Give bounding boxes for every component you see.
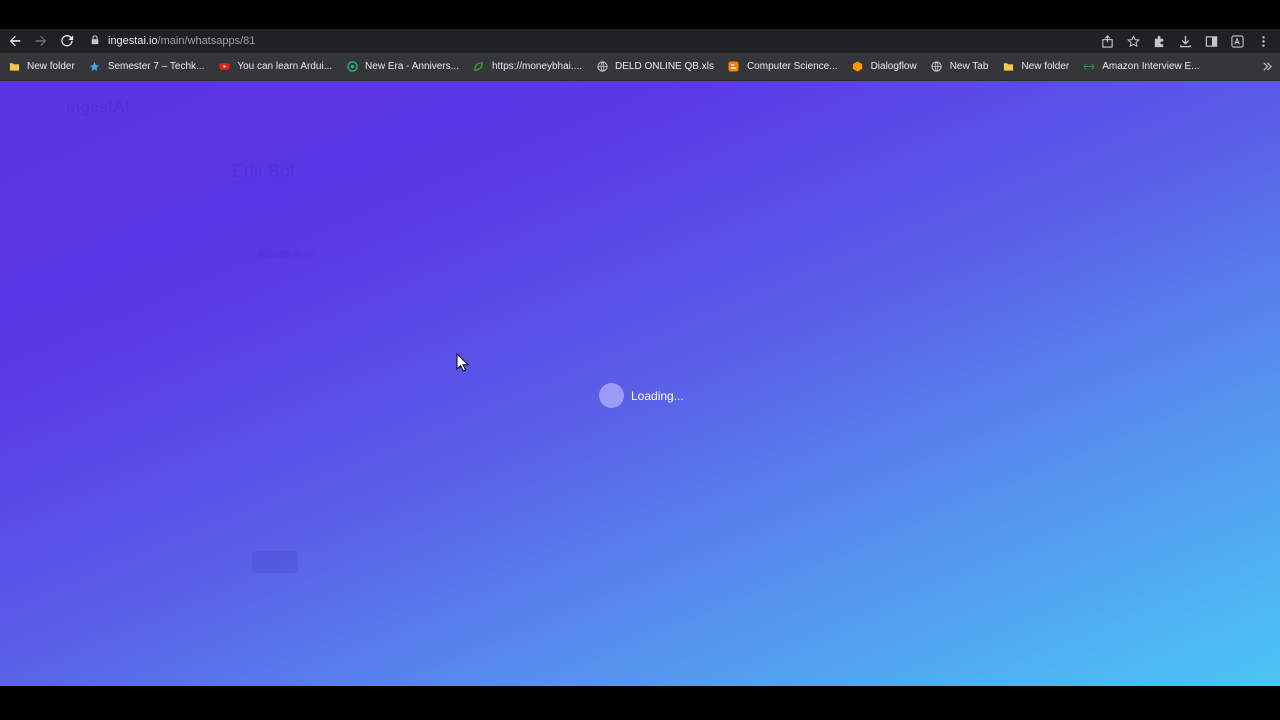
bookmark-label: DELD ONLINE QB.xls — [615, 61, 714, 72]
bookmark-item[interactable]: New folder — [0, 53, 81, 80]
kebab-menu-icon — [1261, 35, 1265, 47]
arrow-left-icon — [9, 35, 21, 47]
globe-icon — [931, 61, 943, 73]
bookmark-item[interactable]: You can learn Ardui... — [210, 53, 338, 80]
gfg-icon — [1083, 61, 1095, 73]
menu-button[interactable] — [1250, 29, 1276, 53]
spinner-icon — [599, 383, 624, 408]
url-host: ingestai.io — [108, 35, 158, 47]
bookmark-star-button[interactable] — [1120, 29, 1146, 53]
bookmark-item[interactable]: New Tab — [923, 53, 995, 80]
blogger-icon — [728, 61, 740, 73]
loading-indicator: Loading... — [599, 383, 684, 408]
puzzle-icon — [1154, 35, 1163, 47]
profile-button[interactable] — [1224, 29, 1250, 53]
letterbox-top — [0, 0, 1280, 29]
address-bar[interactable]: ingestai.io/main/whatsapps/81 — [84, 29, 1094, 53]
side-panel-icon — [1205, 35, 1217, 47]
bookmark-label: Amazon Interview E... — [1102, 61, 1200, 72]
faded-save-button — [252, 551, 298, 573]
dialogflow-icon — [852, 61, 864, 73]
browser-toolbar: ingestai.io/main/whatsapps/81 — [0, 29, 1280, 53]
chatgpt-icon — [346, 61, 358, 73]
globe-icon — [596, 61, 608, 73]
bookmark-label: New Tab — [949, 61, 989, 72]
letterbox-bottom — [0, 686, 1280, 720]
reload-button[interactable] — [54, 29, 80, 53]
bookmark-item[interactable]: Amazon Interview E... — [1075, 53, 1205, 80]
leaf-icon — [473, 61, 485, 73]
lock-icon — [90, 35, 102, 47]
chevron-double-right-icon — [1263, 62, 1272, 71]
faded-logo: ingestAI — [66, 99, 130, 116]
screen-frame: ingestai.io/main/whatsapps/81 New folder… — [0, 0, 1280, 720]
folder-icon — [8, 61, 20, 73]
bookmark-item[interactable]: Dialogflow — [844, 53, 923, 80]
bookmark-item[interactable]: https://moneybhai.... — [465, 53, 588, 80]
bookmark-item[interactable]: Semester 7 – Techk... — [81, 53, 211, 80]
back-button[interactable] — [2, 29, 28, 53]
downloads-button[interactable] — [1172, 29, 1198, 53]
folder-icon — [1002, 61, 1014, 73]
share-button[interactable] — [1094, 29, 1120, 53]
bookmark-label: New folder — [1021, 61, 1070, 72]
star-icon — [1126, 34, 1140, 47]
bookmark-label: New folder — [27, 61, 75, 72]
bookmark-label: You can learn Ardui... — [237, 61, 333, 72]
mouse-cursor-icon — [456, 353, 470, 372]
arrow-right-icon — [35, 35, 47, 47]
bookmarks-overflow-button[interactable] — [1263, 53, 1272, 80]
bookmark-item[interactable]: DELD ONLINE QB.xls — [588, 53, 720, 80]
bookmark-item[interactable]: New folder — [994, 53, 1075, 80]
star-bookmark-icon — [89, 61, 101, 73]
share-icon — [1101, 34, 1113, 48]
reload-icon — [61, 35, 74, 47]
bookmark-item[interactable]: Computer Science... — [720, 53, 844, 80]
faded-page-title: Edit Bot — [232, 161, 296, 181]
page-viewport: ingestAI Edit Bot WhatsApp Loading... — [0, 81, 1280, 686]
bookmark-label: Computer Science... — [746, 61, 838, 72]
bookmark-label: Semester 7 – Techk... — [107, 61, 205, 72]
extensions-button[interactable] — [1146, 29, 1172, 53]
side-panel-button[interactable] — [1198, 29, 1224, 53]
download-icon — [1179, 35, 1191, 47]
bookmark-label: New Era - Annivers... — [365, 61, 459, 72]
bookmark-item[interactable]: New Era - Annivers... — [338, 53, 465, 80]
bookmark-label: Dialogflow — [870, 61, 917, 72]
youtube-icon — [218, 61, 230, 73]
translate-icon — [1230, 34, 1244, 48]
loading-text: Loading... — [631, 388, 684, 403]
forward-button[interactable] — [28, 29, 54, 53]
url-path: /main/whatsapps/81 — [157, 35, 256, 47]
faded-field: WhatsApp — [258, 247, 314, 261]
bookmarks-bar: New folder Semester 7 – Techk... You can l… — [0, 53, 1280, 81]
toolbar-actions — [1094, 29, 1276, 53]
bookmark-label: https://moneybhai.... — [491, 61, 583, 72]
